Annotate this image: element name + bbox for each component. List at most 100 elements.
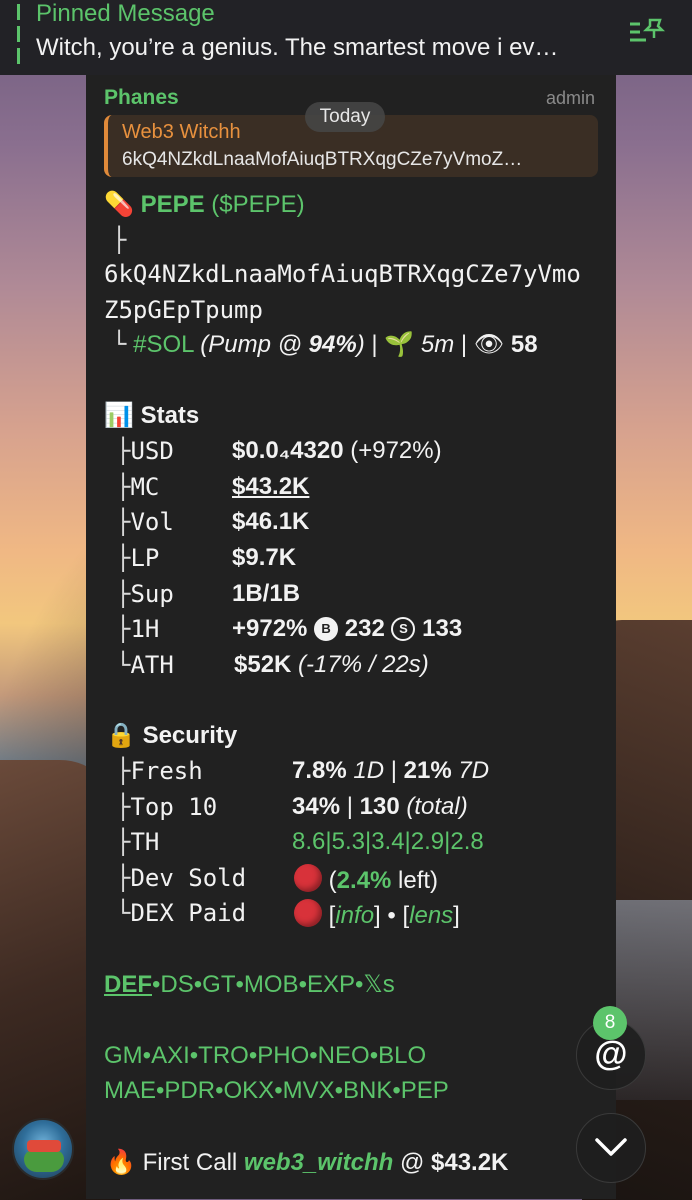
sender-name[interactable]: Phanes xyxy=(104,86,179,110)
sell-icon: S xyxy=(391,617,416,641)
security-row-dex: └DEX Paid xyxy=(116,899,246,928)
first-call-at: @ xyxy=(399,1149,425,1176)
tree-branch: ├ xyxy=(116,757,131,785)
stat-label: 1H xyxy=(130,615,160,643)
link-ds[interactable]: DS xyxy=(160,971,193,998)
link-separator: • xyxy=(298,971,307,998)
security-label: Dev Sold xyxy=(130,864,247,892)
stats-heading: 📊 Stats xyxy=(104,401,199,430)
stat-row-usd: ├USD xyxy=(116,437,174,466)
token-ticker[interactable]: ($PEPE) xyxy=(211,191,304,218)
lock-icon: 🔒 xyxy=(106,721,136,749)
link-pdr[interactable]: PDR xyxy=(164,1077,215,1104)
tree-branch: ├ xyxy=(116,437,131,465)
first-call-row: 🔥 First Call web3_witchh @ $43.2K xyxy=(106,1148,508,1177)
scroll-down-button[interactable] xyxy=(576,1113,646,1183)
date-chip: Today xyxy=(305,102,385,132)
link-separator: • xyxy=(334,1077,344,1104)
buy-count: 232 xyxy=(344,615,385,642)
security-label: Top 10 xyxy=(130,793,218,821)
security-row-dev: ├Dev Sold xyxy=(116,864,246,893)
links-row-3: MAE•PDR•OKX•MVX•BNK•PEP xyxy=(104,1077,449,1105)
separator: | xyxy=(460,331,468,358)
link-exp[interactable]: EXP xyxy=(307,971,355,998)
pinned-message-bar[interactable]: Pinned Message Witch, you’re a genius. T… xyxy=(0,0,692,75)
buy-icon: B xyxy=(314,617,339,641)
stat-value: +972% xyxy=(232,615,308,642)
red-circle-icon xyxy=(294,899,322,927)
security-row-th: ├TH xyxy=(116,828,159,857)
tree-branch: ├ xyxy=(116,864,131,892)
link-pep[interactable]: PEP xyxy=(401,1077,449,1104)
link-separator: • xyxy=(235,971,244,998)
link-okx[interactable]: OKX xyxy=(224,1077,275,1104)
stat-label: Vol xyxy=(130,508,174,536)
separator: | xyxy=(390,757,397,784)
fresh-7d: 21% xyxy=(403,757,452,784)
link-mae[interactable]: MAE xyxy=(104,1077,156,1104)
security-label: Fresh xyxy=(130,757,203,785)
stat-label: LP xyxy=(130,544,160,572)
fresh-1d-label: 1D xyxy=(353,757,385,784)
red-circle-icon xyxy=(294,864,322,892)
link-blo[interactable]: BLO xyxy=(378,1042,426,1069)
dev-left-pct: 2.4% xyxy=(336,867,392,894)
stat-row-1h: ├1H xyxy=(116,615,159,644)
stat-label: USD xyxy=(130,437,174,465)
avatar-goggles-shape xyxy=(27,1140,61,1152)
lens-link[interactable]: lens xyxy=(409,902,453,929)
link-mob[interactable]: MOB xyxy=(244,971,299,998)
sell-count: 133 xyxy=(422,615,463,642)
stat-value: $0.0₄4320 xyxy=(232,437,344,464)
pin-list-icon[interactable] xyxy=(628,16,666,53)
stat-value-1h: +972% B 232 S 133 xyxy=(232,615,462,643)
security-value-dev: (2.4% left) xyxy=(294,864,438,895)
stat-value-lp: $9.7K xyxy=(232,544,297,571)
tree-branch-end: └ xyxy=(116,651,131,679)
link-separator: • xyxy=(309,1042,318,1069)
tree-branch: ├ xyxy=(116,544,131,572)
link-def[interactable]: DEF xyxy=(104,971,152,998)
link-bnk[interactable]: BNK xyxy=(343,1077,392,1104)
tree-branch: ├ xyxy=(116,508,131,536)
top-holders-link[interactable]: 8.6|5.3|3.4|2.9|2.8 xyxy=(292,828,484,856)
link-xs[interactable]: 𝕏s xyxy=(363,971,394,998)
tree-branch: ├ xyxy=(116,793,131,821)
stat-row-ath: └ATH xyxy=(116,651,174,680)
tree-branch: ├ xyxy=(116,473,131,501)
holder-total: 130 xyxy=(359,793,400,820)
stat-extra: (-17% / 22s) xyxy=(298,651,429,678)
link-pho[interactable]: PHO xyxy=(257,1042,309,1069)
fresh-7d-label: 7D xyxy=(458,757,490,784)
reply-name: Web3 Witchh xyxy=(122,121,241,143)
link-axi[interactable]: AXI xyxy=(151,1042,190,1069)
token-name[interactable]: PEPE xyxy=(141,191,205,218)
token-address-line1[interactable]: 6kQ4NZkdLnaaMofAiuqBTRXqgCZe7yVmo xyxy=(104,260,581,288)
top10-pct: 34% xyxy=(292,793,341,820)
stat-label: MC xyxy=(130,473,160,501)
tree-branch-end: └ xyxy=(112,330,127,358)
avatar[interactable] xyxy=(12,1118,74,1180)
first-call-user[interactable]: web3_witchh xyxy=(244,1149,393,1176)
stat-value-usd: $0.0₄4320 (+972%) xyxy=(232,437,442,465)
stat-label: ATH xyxy=(130,651,174,679)
token-address-line2[interactable]: Z5pGEpTpump xyxy=(104,296,263,324)
link-gm[interactable]: GM xyxy=(104,1042,143,1069)
link-neo[interactable]: NEO xyxy=(318,1042,370,1069)
stat-value-mc[interactable]: $43.2K xyxy=(232,473,309,501)
chain-tag[interactable]: #SOL xyxy=(133,331,193,358)
seedling-icon: 🌱 xyxy=(384,330,415,358)
security-heading: 🔒 Security xyxy=(106,721,237,750)
mention-count-badge: 8 xyxy=(593,1006,627,1040)
security-row-fresh: ├Fresh xyxy=(116,757,203,786)
chevron-down-icon xyxy=(595,1138,627,1156)
security-value-dex: [info] • [lens] xyxy=(294,899,460,930)
tree-branch-end: └ xyxy=(116,899,131,927)
link-gt[interactable]: GT xyxy=(202,971,235,998)
link-tro[interactable]: TRO xyxy=(198,1042,249,1069)
stat-value: $52K xyxy=(234,651,292,678)
pump-percent: 94% xyxy=(308,331,357,358)
link-mvx[interactable]: MVX xyxy=(283,1077,335,1104)
info-link[interactable]: info xyxy=(335,902,374,929)
eye-icon: 👁 xyxy=(473,330,505,358)
